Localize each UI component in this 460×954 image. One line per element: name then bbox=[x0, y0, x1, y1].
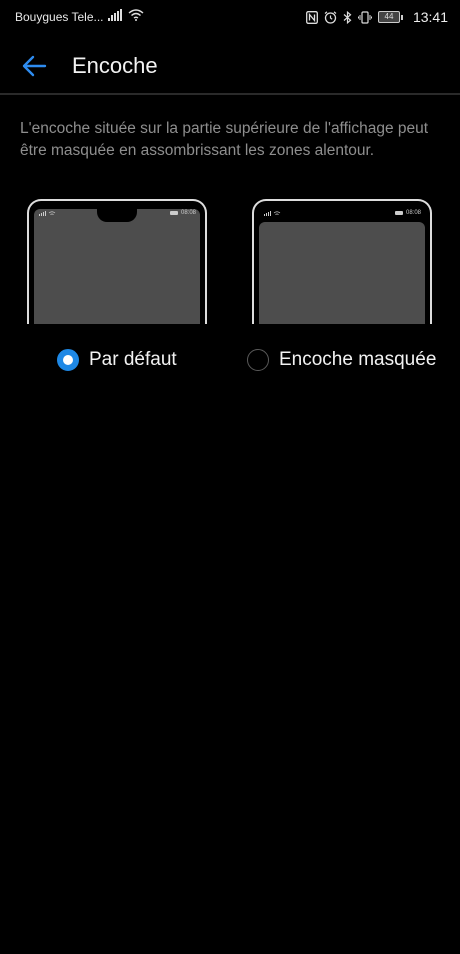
app-bar: Encoche bbox=[0, 36, 460, 94]
mini-time: 08:08 bbox=[405, 210, 421, 216]
status-left-icons bbox=[108, 9, 144, 21]
mini-battery-icon bbox=[394, 211, 403, 215]
preview-screen bbox=[259, 222, 425, 324]
mini-time: 08:08 bbox=[180, 210, 196, 216]
battery-icon: 44 bbox=[377, 11, 403, 23]
mini-signal-icon bbox=[39, 211, 57, 216]
notch bbox=[97, 209, 137, 222]
mini-signal-icon bbox=[264, 211, 282, 216]
nfc-icon bbox=[306, 10, 318, 24]
arrow-left-icon bbox=[22, 55, 47, 77]
bluetooth-icon bbox=[343, 10, 352, 24]
mini-status-right: 08:08 bbox=[394, 210, 421, 216]
battery-level: 44 bbox=[377, 11, 400, 23]
radio-hidden-notch[interactable] bbox=[247, 349, 269, 371]
clock: 13:41 bbox=[412, 9, 448, 25]
vibrate-icon bbox=[357, 10, 372, 24]
header-divider bbox=[0, 93, 460, 95]
mini-status-right: 08:08 bbox=[169, 210, 196, 216]
alarm-icon bbox=[324, 10, 337, 24]
status-right-icons: 44 13:41 bbox=[306, 9, 448, 25]
description-text: L'encoche située sur la partie supérieur… bbox=[20, 120, 429, 159]
option-hidden-notch-label: Encoche masquée bbox=[279, 349, 437, 370]
preview-default-notch[interactable]: 08:08 bbox=[27, 199, 207, 324]
preview-hidden-notch[interactable]: 08:08 bbox=[252, 199, 432, 324]
wifi-icon bbox=[128, 9, 144, 21]
mini-battery-icon bbox=[169, 211, 178, 215]
status-bar: Bouygues Tele... 44 13:41 bbox=[0, 0, 460, 36]
back-button[interactable] bbox=[18, 50, 50, 82]
option-default[interactable]: Par défaut bbox=[57, 344, 177, 376]
page-title: Encoche bbox=[72, 53, 158, 78]
carrier-name: Bouygues Tele... bbox=[15, 10, 104, 24]
radio-default[interactable] bbox=[57, 349, 79, 371]
option-hidden-notch[interactable]: Encoche masquée bbox=[247, 344, 436, 376]
signal-icon bbox=[108, 9, 122, 21]
option-default-label: Par défaut bbox=[89, 349, 177, 370]
preview-screen bbox=[34, 209, 200, 324]
